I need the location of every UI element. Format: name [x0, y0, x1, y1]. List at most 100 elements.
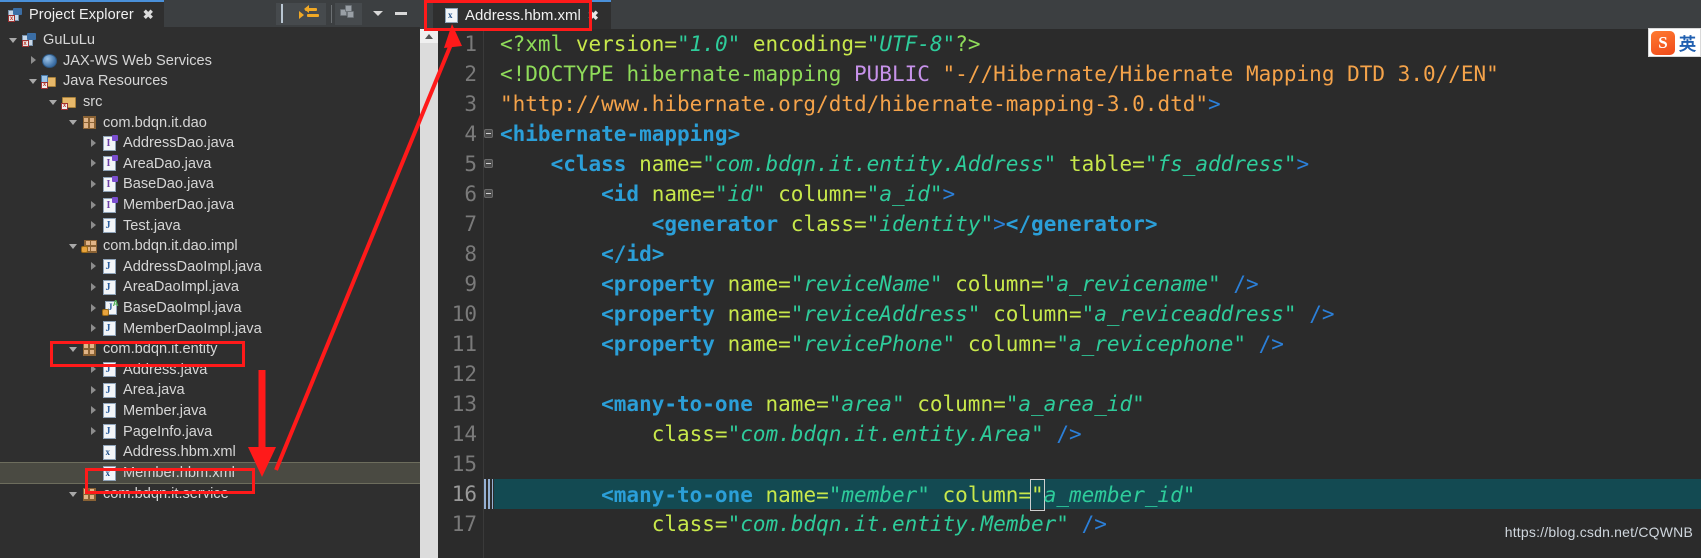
twisty-down-icon[interactable] [66, 491, 80, 497]
code-line[interactable]: <property name="reviceAddress" column="a… [494, 299, 1701, 329]
code-line[interactable]: <!DOCTYPE hibernate-mapping PUBLIC "-//H… [494, 59, 1701, 89]
line-number: 12 [451, 362, 477, 386]
code-line[interactable]: "http://www.hibernate.org/dtd/hibernate-… [494, 89, 1701, 119]
tree-item-com-bdqn-it-dao-impl[interactable]: com.bdqn.it.dao.impl [0, 236, 420, 257]
line-number: 6 [464, 182, 477, 206]
chevron-down-icon[interactable] [369, 5, 386, 22]
link-with-editor-icon[interactable] [299, 5, 321, 22]
twisty-down-icon[interactable] [6, 37, 20, 43]
code-line[interactable]: class="com.bdqn.it.entity.Area" /> [494, 419, 1701, 449]
tree-item-memberdaoimpl-java[interactable]: MemberDaoImpl.java [0, 318, 420, 339]
twisty-right-icon[interactable] [86, 324, 100, 333]
collapse-all-icon[interactable] [281, 4, 298, 23]
twisty-down-icon[interactable] [46, 99, 60, 105]
tree-item-address-hbm-xml[interactable]: Address.hbm.xml [0, 442, 420, 463]
scroll-up-button[interactable] [420, 29, 438, 43]
tree-item-label: com.bdqn.it.service [103, 486, 229, 503]
twisty-right-icon[interactable] [86, 159, 100, 168]
ime-indicator: S 英 [1648, 28, 1701, 57]
java-file-icon [100, 321, 118, 337]
web-services-icon [40, 53, 58, 68]
twisty-down-icon[interactable] [26, 78, 40, 84]
tab-address-hbm-xml[interactable]: Address.hbm.xml ✖ [433, 0, 611, 29]
project-explorer-view: x Project Explorer ✖ x GuLuLu JAX-WS Web… [0, 0, 420, 558]
tree-item-com-bdqn-it-dao[interactable]: com.bdqn.it.dao [0, 112, 420, 133]
tree-item-src[interactable]: x src [0, 92, 420, 113]
tree-item-com-bdqn-it-service[interactable]: com.bdqn.it.service [0, 484, 420, 505]
code-line[interactable]: </id> [494, 239, 1701, 269]
tree-item-memberdao-java[interactable]: MemberDao.java [0, 195, 420, 216]
code-line[interactable]: <property name="reviceName" column="a_re… [494, 269, 1701, 299]
twisty-down-icon[interactable] [66, 243, 80, 249]
tree-item-label: Area.java [123, 382, 185, 399]
twisty-right-icon[interactable] [86, 138, 100, 147]
code-line[interactable]: <many-to-one name="area" column="a_area_… [494, 389, 1701, 419]
code-line[interactable]: <class name="com.bdqn.it.entity.Address"… [494, 149, 1701, 179]
code-line[interactable] [494, 449, 1701, 479]
twisty-right-icon[interactable] [86, 385, 100, 394]
project-explorer-tabbar: x Project Explorer ✖ [0, 0, 420, 27]
twisty-right-icon[interactable] [26, 56, 40, 65]
folding-marker-bar[interactable] [484, 29, 494, 558]
tree-item-member-java[interactable]: Member.java [0, 401, 420, 422]
tree-item-gululu[interactable]: x GuLuLu [0, 30, 420, 51]
fold-toggle-icon[interactable] [484, 159, 493, 168]
twisty-right-icon[interactable] [86, 365, 100, 374]
java-file-icon [100, 424, 118, 440]
tab-project-explorer[interactable]: x Project Explorer ✖ [0, 0, 164, 27]
twisty-right-icon[interactable] [86, 221, 100, 230]
code-line[interactable]: <?xml version="1.0" encoding="UTF-8"?> [494, 29, 1701, 59]
java-project-icon: x [20, 33, 38, 48]
twisty-right-icon[interactable] [86, 200, 100, 209]
project-explorer-tab-label: Project Explorer [29, 6, 134, 23]
twisty-right-icon[interactable] [86, 262, 100, 271]
tree-item-areadao-java[interactable]: AreaDao.java [0, 154, 420, 175]
tree-item-pageinfo-java[interactable]: PageInfo.java [0, 421, 420, 442]
minimize-icon[interactable] [392, 5, 409, 22]
tree-item-addressdaoimpl-java[interactable]: AddressDaoImpl.java [0, 257, 420, 278]
code-editor[interactable]: 1 2 3 4 5 6 7 8 9 10 11 12 13 14 15 16 17 <?xml version=… [420, 29, 1701, 558]
tree-item-basedaoimpl-java[interactable]: J A BaseDaoImpl.java [0, 298, 420, 319]
tree-item-jax-ws-web-services[interactable]: JAX-WS Web Services [0, 51, 420, 72]
tree-item-address-java[interactable]: Address.java [0, 360, 420, 381]
line-number: 16 [451, 482, 477, 506]
line-number: 3 [464, 92, 477, 116]
package-icon [80, 116, 98, 130]
twisty-right-icon[interactable] [86, 427, 100, 436]
tree-item-member-hbm-xml[interactable]: Member.hbm.xml [0, 462, 420, 484]
code-line[interactable] [494, 359, 1701, 389]
tree-item-label: AreaDao.java [123, 155, 212, 172]
twisty-right-icon[interactable] [86, 303, 100, 312]
code-line[interactable]: <many-to-one name="member" column="a_mem… [494, 479, 1701, 511]
tree-item-addressdao-java[interactable]: AddressDao.java [0, 133, 420, 154]
twisty-right-icon[interactable] [86, 406, 100, 415]
tree-item-label: Member.hbm.xml [123, 465, 235, 482]
twisty-down-icon[interactable] [66, 346, 80, 352]
view-menu-cube-icon[interactable] [340, 5, 357, 22]
fold-toggle-icon[interactable] [484, 129, 493, 138]
tree-item-java-resources[interactable]: x Java Resources [0, 71, 420, 92]
close-icon[interactable]: ✖ [143, 8, 154, 21]
fold-toggle-icon[interactable] [484, 189, 493, 198]
code-text[interactable]: <?xml version="1.0" encoding="UTF-8"?> <!… [494, 29, 1701, 558]
tree-item-area-java[interactable]: Area.java [0, 380, 420, 401]
code-line[interactable]: <generator class="identity"></generator> [494, 209, 1701, 239]
java-interface-icon [100, 155, 118, 172]
code-line[interactable]: <property name="revicePhone" column="a_r… [494, 329, 1701, 359]
close-icon[interactable]: ✖ [588, 8, 599, 24]
twisty-right-icon[interactable] [86, 179, 100, 188]
project-tree[interactable]: x GuLuLu JAX-WS Web Services x Java Resource… [0, 27, 420, 558]
twisty-down-icon[interactable] [66, 120, 80, 126]
tree-item-com-bdqn-it-entity[interactable]: com.bdqn.it.entity [0, 339, 420, 360]
code-line[interactable]: <id name="id" column="a_id"> [494, 179, 1701, 209]
vertical-scrollbar[interactable] [420, 43, 438, 558]
line-number: 4 [464, 122, 477, 146]
tree-item-test-java[interactable]: Test.java [0, 215, 420, 236]
code-line[interactable]: <hibernate-mapping> [494, 119, 1701, 149]
tree-item-areadaoimpl-java[interactable]: AreaDaoImpl.java [0, 277, 420, 298]
twisty-right-icon[interactable] [86, 282, 100, 291]
toolbar-separator [331, 4, 332, 23]
tree-item-basedao-java[interactable]: BaseDao.java [0, 174, 420, 195]
line-number: 17 [451, 512, 477, 536]
line-number: 15 [451, 452, 477, 476]
